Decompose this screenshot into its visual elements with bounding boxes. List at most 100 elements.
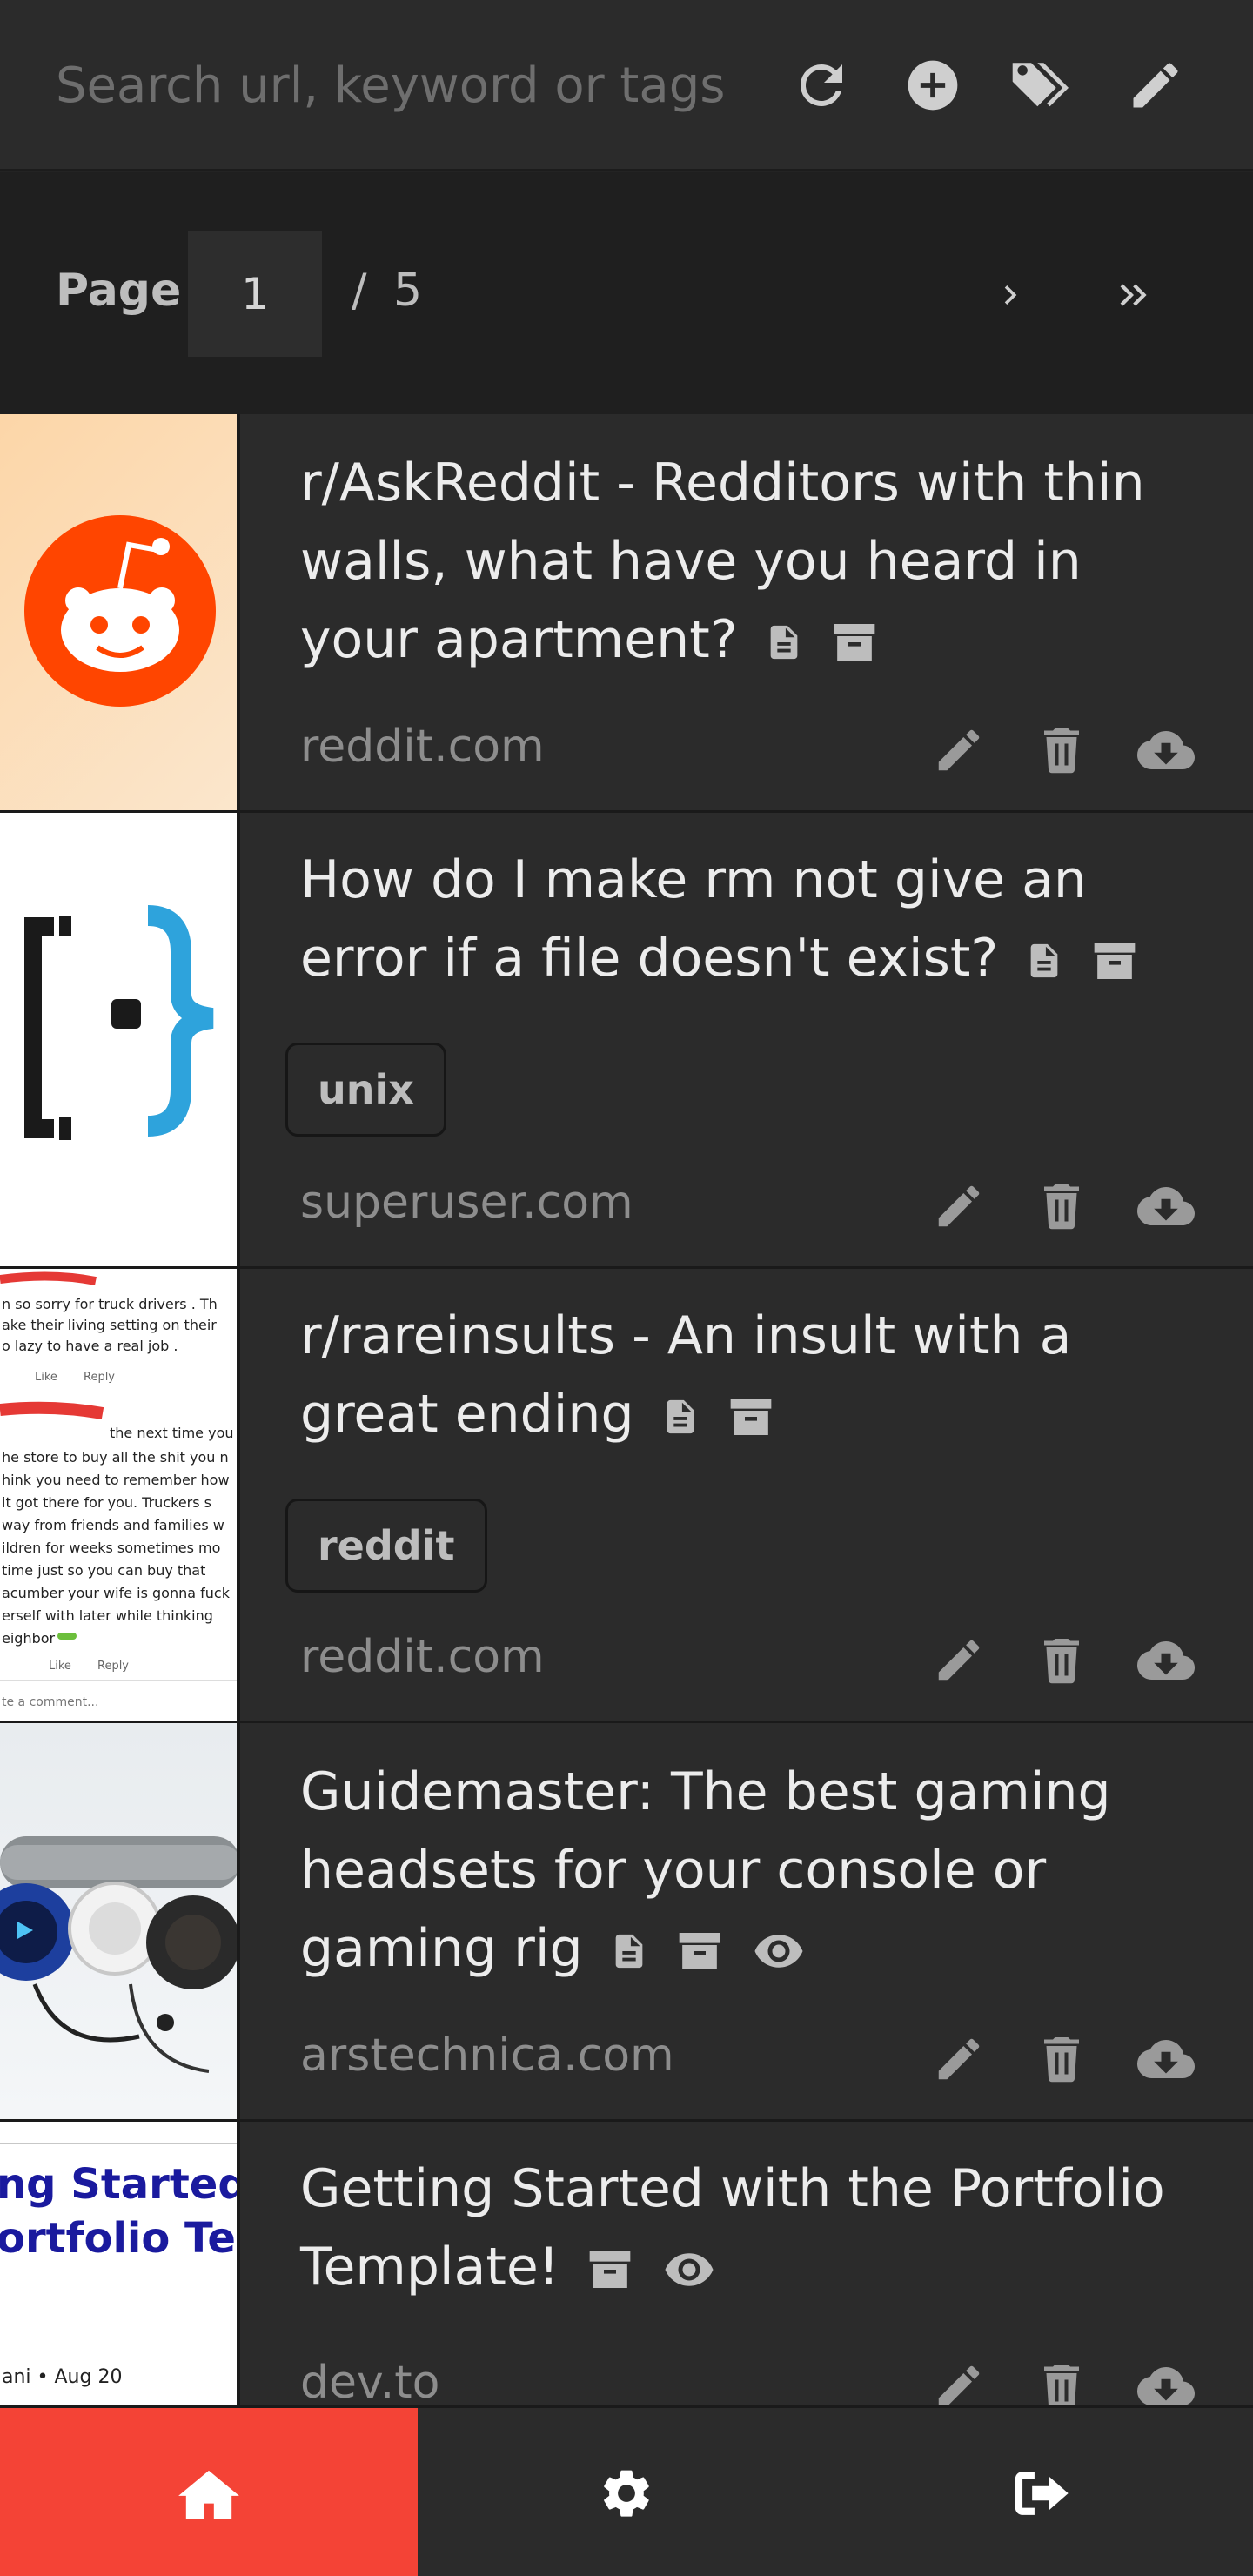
bookmark-title[interactable]: How do I make rm not give an error if a … <box>300 841 1166 997</box>
tag-chip[interactable]: unix <box>285 1043 446 1137</box>
superuser-logo-icon <box>24 905 214 1140</box>
document-icon <box>609 1928 649 1975</box>
bookmark-domain: reddit.com <box>300 1631 545 1683</box>
insult-line: acumber your wife is gonna fuck <box>2 1585 231 1601</box>
article-preview-date: ani • Aug 20 <box>2 2366 122 2388</box>
document-icon <box>660 1393 700 1440</box>
insult-line: n so sorry for truck drivers . Th <box>2 1296 218 1312</box>
bookmark-title[interactable]: r/rareinsults - An insult with a great e… <box>300 1297 1166 1453</box>
insult-line: time just so you can buy that <box>2 1562 205 1579</box>
edit-icon <box>932 1179 986 1233</box>
bookmark-card[interactable]: r/AskReddit - Redditors with thin walls,… <box>0 414 1253 813</box>
archive-icon <box>675 1927 724 1976</box>
article-preview-title: ortfolio Tem <box>0 2214 240 2263</box>
archive-icon <box>727 1392 775 1441</box>
insult-line: erself with later while thinking <box>2 1607 213 1624</box>
edit-bookmark-button[interactable] <box>924 1626 994 1695</box>
insult-line: ildren for weeks sometimes mo <box>2 1540 220 1556</box>
bookmark-domain: arstechnica.com <box>300 2029 674 2082</box>
bookmark-domain: superuser.com <box>300 1177 633 1229</box>
bookmark-thumbnail: ng Started w ortfolio Tem ani • Aug 20 <box>0 2122 240 2405</box>
insult-line: eighbor <box>2 1630 56 1647</box>
insult-like-label: Like <box>49 1660 71 1673</box>
download-bookmark-button[interactable] <box>1131 1171 1201 1241</box>
edit-icon <box>932 723 986 777</box>
trash-icon <box>1035 723 1088 777</box>
add-circle-icon[interactable] <box>898 50 968 120</box>
archive-icon <box>586 2245 634 2294</box>
download-bookmark-button[interactable] <box>1131 2351 1201 2405</box>
bookmark-thumbnail: n so sorry for truck drivers . Th ake th… <box>0 1269 240 1721</box>
article-preview: ng Started w ortfolio Tem ani • Aug 20 <box>0 2143 240 2388</box>
insult-line: ake their living setting on their <box>2 1317 217 1333</box>
edit-icon <box>932 2359 986 2405</box>
insult-line: the next time you <box>110 1425 234 1441</box>
next-page-button[interactable] <box>971 256 1049 334</box>
bookmark-card[interactable]: ng Started w ortfolio Tem ani • Aug 20 G… <box>0 2122 1253 2405</box>
delete-bookmark-button[interactable] <box>1027 715 1096 785</box>
bookmark-title[interactable]: r/AskReddit - Redditors with thin walls,… <box>300 444 1166 679</box>
last-page-button[interactable] <box>1095 256 1173 334</box>
insult-like-label: Like <box>35 1371 57 1384</box>
download-bookmark-button[interactable] <box>1131 1626 1201 1695</box>
bookmark-domain: dev.to <box>300 2357 440 2405</box>
tag-chip[interactable]: reddit <box>285 1499 487 1593</box>
download-bookmark-button[interactable] <box>1131 2024 1201 2094</box>
cloud-download-icon <box>1133 2030 1199 2088</box>
nav-home-button[interactable] <box>0 2408 418 2576</box>
trash-icon <box>1035 2032 1088 2086</box>
edit-bookmark-button[interactable] <box>924 2024 994 2094</box>
insult-line: he store to buy all the shit you n <box>2 1449 229 1466</box>
bookmark-domain: reddit.com <box>300 721 545 773</box>
bookmark-thumbnail <box>0 1723 240 2119</box>
cloud-download-icon <box>1133 2358 1199 2405</box>
bookmark-thumbnail <box>0 813 240 1266</box>
tags-icon[interactable] <box>1008 50 1077 120</box>
insult-line: o lazy to have a real job . <box>2 1338 178 1354</box>
trash-icon <box>1035 2359 1088 2405</box>
double-chevron-right-icon <box>1120 284 1147 306</box>
document-icon <box>764 619 804 666</box>
edit-bookmark-button[interactable] <box>924 715 994 785</box>
edit-icon <box>932 1633 986 1687</box>
delete-bookmark-button[interactable] <box>1027 1626 1096 1695</box>
page-total: 5 <box>393 265 423 317</box>
bookmark-thumbnail <box>0 414 240 810</box>
search-input[interactable] <box>56 50 734 120</box>
bookmark-card[interactable]: Guidemaster: The best gaming headsets fo… <box>0 1723 1253 2122</box>
edit-bookmark-button[interactable] <box>924 1171 994 1241</box>
bookmark-title[interactable]: Getting Started with the Portfolio Templ… <box>300 2150 1166 2306</box>
bookmark-title[interactable]: Guidemaster: The best gaming headsets fo… <box>300 1753 1166 1988</box>
edit-icon[interactable] <box>1121 50 1190 120</box>
page-separator: / <box>352 265 367 317</box>
refresh-icon[interactable] <box>787 50 856 120</box>
edit-icon <box>932 2032 986 2086</box>
archive-icon <box>830 618 879 667</box>
bottom-navigation <box>0 2405 1253 2576</box>
headsets-photo <box>0 1836 237 2073</box>
home-icon <box>178 2470 239 2519</box>
edit-bookmark-button[interactable] <box>924 2351 994 2405</box>
delete-bookmark-button[interactable] <box>1027 1171 1096 1241</box>
reddit-logo-icon <box>24 515 216 707</box>
delete-bookmark-button[interactable] <box>1027 2024 1096 2094</box>
insult-reply-label: Reply <box>97 1660 129 1673</box>
nav-settings-button[interactable] <box>418 2408 835 2576</box>
eye-icon <box>750 1925 807 1977</box>
page-label: Page <box>56 265 182 317</box>
eye-icon <box>660 2244 718 2296</box>
insult-line: hink you need to remember how <box>2 1472 230 1488</box>
gear-icon <box>604 2470 649 2517</box>
bookmark-card[interactable]: n so sorry for truck drivers . Th ake th… <box>0 1269 1253 1723</box>
download-bookmark-button[interactable] <box>1131 715 1201 785</box>
page-number-input[interactable] <box>188 231 322 357</box>
cloud-download-icon <box>1133 1177 1199 1235</box>
bookmark-card[interactable]: How do I make rm not give an error if a … <box>0 813 1253 1269</box>
chevron-right-icon <box>1004 285 1017 305</box>
archive-icon <box>1090 936 1139 985</box>
document-icon <box>1024 937 1064 984</box>
delete-bookmark-button[interactable] <box>1027 2351 1096 2405</box>
nav-logout-button[interactable] <box>835 2408 1253 2576</box>
cloud-download-icon <box>1133 1632 1199 1689</box>
trash-icon <box>1035 1179 1088 1233</box>
